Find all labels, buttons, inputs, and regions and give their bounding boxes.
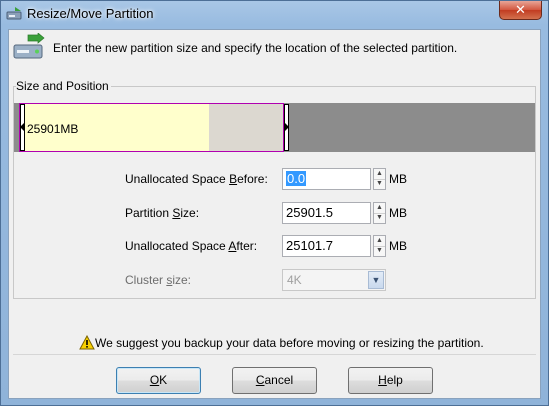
title-bar[interactable]: Resize/Move Partition ✕ (1, 1, 548, 27)
size-spinner[interactable]: ▲ ▼ (373, 202, 386, 224)
size-unit: MB (389, 206, 407, 220)
warning-text: We suggest you backup your data before m… (95, 336, 484, 350)
before-label-key: B (229, 172, 238, 186)
cluster-label-pre: Cluster (125, 273, 167, 287)
spin-down-icon[interactable]: ▼ (374, 246, 385, 256)
before-value: 0.0 (286, 171, 307, 186)
after-label: Unallocated Space After: (125, 239, 257, 253)
close-button[interactable]: ✕ (499, 1, 542, 20)
cluster-label-post: ize: (172, 273, 192, 287)
size-label: Partition Size: (125, 206, 199, 220)
ok-button[interactable]: OK (116, 367, 201, 394)
ok-key: O (149, 373, 160, 387)
size-label-pre: Partition (125, 206, 173, 220)
right-resize-handle[interactable] (284, 104, 289, 151)
close-icon: ✕ (515, 2, 526, 17)
left-resize-handle[interactable] (20, 104, 25, 151)
help-key: H (378, 373, 387, 387)
dialog-window: Resize/Move Partition ✕ Enter the new pa… (0, 0, 549, 406)
size-position-group: Size and Position 25901MB Unallocated Sp… (13, 79, 536, 299)
left-arrow-icon (20, 123, 24, 131)
after-spinner[interactable]: ▲ ▼ (373, 235, 386, 257)
after-label-pre: Unallocated Space (125, 239, 229, 253)
before-label-post: efore: (237, 172, 268, 186)
spin-down-icon[interactable]: ▼ (374, 213, 385, 223)
cluster-label: Cluster size: (125, 273, 191, 287)
after-input[interactable]: 25101.7 (282, 235, 371, 257)
warning-icon (79, 334, 95, 350)
ok-rest: K (159, 373, 168, 387)
size-label-post: ize: (180, 206, 200, 220)
instruction-text: Enter the new partition size and specify… (53, 41, 458, 55)
partition-block[interactable]: 25901MB (19, 103, 289, 152)
group-legend: Size and Position (16, 79, 111, 93)
cancel-button[interactable]: Cancel (232, 367, 317, 394)
disk-map-bar: 25901MB (14, 103, 535, 152)
before-unit: MB (389, 172, 407, 186)
before-label: Unallocated Space Before: (125, 172, 268, 186)
divider (13, 354, 536, 355)
dialog-body: Enter the new partition size and specify… (8, 29, 541, 399)
resize-partition-icon (11, 32, 47, 63)
after-label-post: fter: (236, 239, 258, 253)
partition-size-label: 25901MB (27, 122, 79, 136)
backup-warning: We suggest you backup your data before m… (79, 334, 484, 350)
before-input[interactable]: 0.0 (282, 168, 371, 190)
help-rest: elp (386, 373, 403, 387)
partition-app-icon (6, 6, 22, 22)
size-input[interactable]: 25901.5 (282, 202, 371, 224)
cluster-value: 4K (287, 273, 302, 287)
chevron-down-icon[interactable]: ▼ (368, 271, 384, 289)
cluster-size-select[interactable]: 4K ▼ (282, 269, 386, 291)
before-spinner[interactable]: ▲ ▼ (373, 168, 386, 190)
spin-down-icon[interactable]: ▼ (374, 179, 385, 189)
help-button[interactable]: Help (348, 367, 433, 394)
after-unit: MB (389, 239, 407, 253)
window-title: Resize/Move Partition (27, 6, 154, 21)
cancel-rest: ancel (264, 373, 294, 387)
right-arrow-icon (285, 123, 289, 131)
before-label-pre: Unallocated Space (125, 172, 230, 186)
